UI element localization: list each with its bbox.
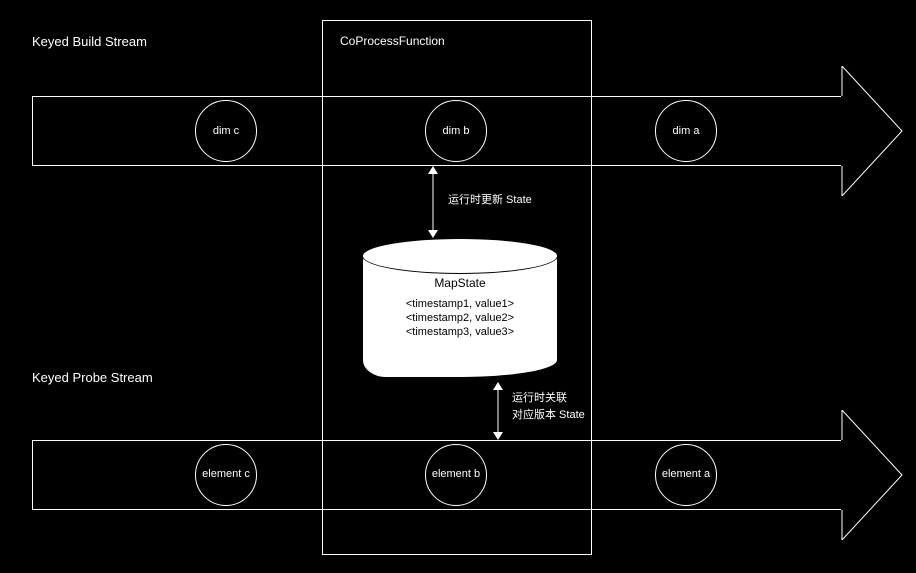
- coprocessfunction-label: CoProcessFunction: [340, 34, 445, 48]
- top-annotation: 运行时更新 State: [448, 192, 532, 209]
- element-a-node: element a: [655, 444, 717, 506]
- mapstate-title: MapState: [362, 276, 558, 290]
- top-stream-arrow-head: [838, 66, 910, 196]
- mapstate-cylinder: MapState <timestamp1, value1> <timestamp…: [362, 238, 558, 378]
- title-build-stream: Keyed Build Stream: [32, 34, 147, 49]
- title-probe-stream: Keyed Probe Stream: [32, 370, 153, 385]
- bottom-annotation-l2: 对应版本 State: [512, 407, 585, 424]
- element-c-node: element c: [195, 444, 257, 506]
- dim-b-label: dim b: [443, 125, 470, 137]
- element-a-label: element a: [662, 468, 710, 481]
- element-c-label: element c: [202, 468, 250, 481]
- dim-c-label: dim c: [213, 125, 239, 137]
- dim-b-node: dim b: [425, 100, 487, 162]
- mapstate-row-3: <timestamp3, value3>: [362, 326, 558, 338]
- mapstate-row-1: <timestamp1, value1>: [362, 298, 558, 310]
- top-bidir-arrow: [427, 166, 439, 238]
- bottom-stream-arrow-head: [838, 410, 910, 540]
- dim-c-node: dim c: [195, 100, 257, 162]
- mapstate-row-2: <timestamp2, value2>: [362, 312, 558, 324]
- bottom-annotation: 运行时关联 对应版本 State: [512, 390, 585, 423]
- element-b-node: element b: [425, 444, 487, 506]
- bottom-annotation-l1: 运行时关联: [512, 390, 585, 407]
- element-b-label: element b: [432, 468, 480, 481]
- bottom-bidir-arrow: [492, 382, 504, 440]
- dim-a-node: dim a: [655, 100, 717, 162]
- dim-a-label: dim a: [673, 125, 700, 137]
